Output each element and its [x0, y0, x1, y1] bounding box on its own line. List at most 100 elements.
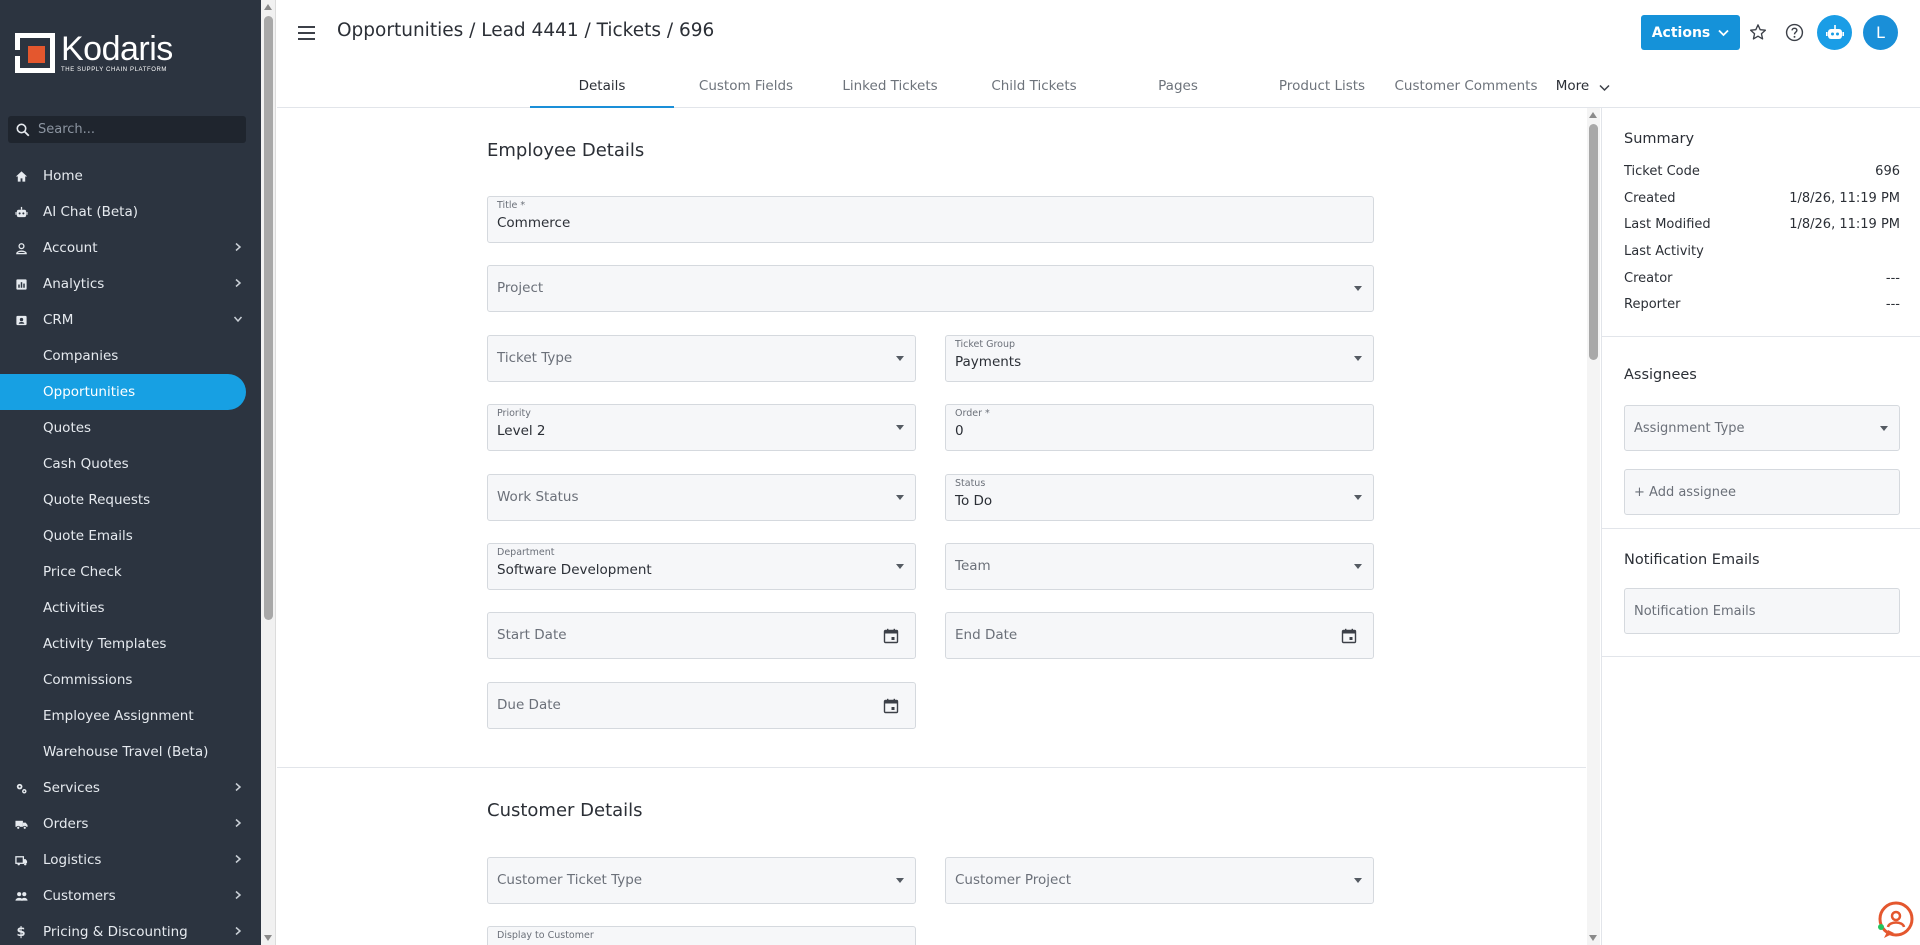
sidebar-item-quote-emails[interactable]: Quote Emails — [0, 518, 261, 554]
tab-child-tickets[interactable]: Child Tickets — [962, 68, 1106, 108]
kodaris-logo[interactable]: Kodaris THE SUPPLY CHAIN PLATFORM — [15, 32, 173, 73]
analytics-icon — [14, 277, 28, 291]
sidebar-item-label: Price Check — [43, 564, 122, 580]
sidebar-item-analytics[interactable]: Analytics — [0, 266, 261, 302]
department-select[interactable]: Department Software Development — [487, 543, 916, 590]
scroll-down-arrow-icon[interactable] — [264, 935, 272, 941]
sidebar-item-account[interactable]: Account — [0, 230, 261, 266]
sidebar-item-commissions[interactable]: Commissions — [0, 662, 261, 698]
brand-name: Kodaris — [61, 30, 173, 68]
field-value: To Do — [955, 493, 993, 509]
sidebar-scroll-thumb[interactable] — [264, 16, 273, 620]
assignment-type-select[interactable]: Assignment Type — [1624, 405, 1900, 451]
summary-value: --- — [1885, 271, 1900, 286]
sidebar-item-quote-requests[interactable]: Quote Requests — [0, 482, 261, 518]
chat-support-icon[interactable] — [1874, 900, 1914, 940]
field-label: Title * — [497, 200, 526, 211]
sidebar-item-label: Employee Assignment — [43, 708, 194, 724]
summary-label: Reporter — [1624, 297, 1681, 312]
breadcrumb: Opportunities / Lead 4441 / Tickets / 69… — [337, 20, 715, 41]
actions-button[interactable]: Actions — [1641, 15, 1740, 50]
tab-details[interactable]: Details — [530, 68, 674, 108]
dropdown-arrow-icon — [896, 564, 904, 569]
summary-row-ticket-code: Ticket Code 696 — [1624, 164, 1900, 179]
logistics-icon — [14, 853, 28, 867]
sidebar-item-logistics[interactable]: Logistics — [0, 842, 261, 878]
customer-project-select[interactable]: Customer Project — [945, 857, 1374, 904]
tab-custom-fields[interactable]: Custom Fields — [674, 68, 818, 108]
star-icon[interactable] — [1747, 21, 1769, 43]
sidebar-item-companies[interactable]: Companies — [0, 338, 261, 374]
add-assignee-button[interactable]: + Add assignee — [1624, 469, 1900, 515]
work-status-select[interactable]: Work Status — [487, 474, 916, 521]
sidebar-item-label: Logistics — [43, 852, 102, 868]
field-placeholder: End Date — [955, 627, 1018, 643]
help-icon[interactable] — [1783, 21, 1805, 43]
calendar-icon[interactable] — [1341, 628, 1357, 644]
end-date-field[interactable]: End Date — [945, 612, 1374, 659]
dropdown-arrow-icon — [896, 356, 904, 361]
notification-emails-input[interactable]: Notification Emails — [1624, 588, 1900, 634]
dropdown-arrow-icon — [896, 878, 904, 883]
scroll-up-arrow-icon[interactable] — [264, 4, 272, 10]
sidebar-item-employee-assignment[interactable]: Employee Assignment — [0, 698, 261, 734]
display-to-customer-select[interactable]: Display to Customer — [487, 926, 916, 945]
sidebar-item-label: Commissions — [43, 672, 133, 688]
sidebar-item-label: AI Chat (Beta) — [43, 204, 139, 220]
sidebar-item-activity-templates[interactable]: Activity Templates — [0, 626, 261, 662]
status-select[interactable]: Status To Do — [945, 474, 1374, 521]
due-date-field[interactable]: Due Date — [487, 682, 916, 729]
scroll-up-arrow-icon[interactable] — [1589, 112, 1597, 118]
user-avatar[interactable]: L — [1863, 15, 1898, 50]
calendar-icon[interactable] — [883, 698, 899, 714]
assignees-title: Assignees — [1624, 367, 1697, 383]
sidebar-item-ai-chat[interactable]: AI Chat (Beta) — [0, 194, 261, 230]
sidebar-item-home[interactable]: Home — [0, 158, 261, 194]
start-date-field[interactable]: Start Date — [487, 612, 916, 659]
scroll-down-arrow-icon[interactable] — [1589, 935, 1597, 941]
tab-more[interactable]: More — [1538, 68, 1628, 108]
sidebar-item-warehouse-travel[interactable]: Warehouse Travel (Beta) — [0, 734, 261, 770]
order-field[interactable]: Order * 0 — [945, 404, 1374, 451]
calendar-icon[interactable] — [883, 628, 899, 644]
dropdown-arrow-icon — [1354, 286, 1362, 291]
customer-ticket-type-select[interactable]: Customer Ticket Type — [487, 857, 916, 904]
title-field[interactable]: Title * Commerce — [487, 196, 1374, 243]
tab-linked-tickets[interactable]: Linked Tickets — [818, 68, 962, 108]
sidebar-search[interactable] — [8, 116, 246, 143]
sidebar-item-quotes[interactable]: Quotes — [0, 410, 261, 446]
sidebar-item-orders[interactable]: Orders — [0, 806, 261, 842]
ticket-type-select[interactable]: Ticket Type — [487, 335, 916, 382]
tab-product-lists[interactable]: Product Lists — [1250, 68, 1394, 108]
sidebar-item-services[interactable]: Services — [0, 770, 261, 806]
sidebar-item-cash-quotes[interactable]: Cash Quotes — [0, 446, 261, 482]
sidebar: Kodaris THE SUPPLY CHAIN PLATFORM Home A… — [0, 0, 261, 945]
hamburger-menu-icon[interactable] — [298, 22, 320, 44]
sidebar-item-pricing-discounting[interactable]: $ Pricing & Discounting — [0, 914, 261, 945]
priority-select[interactable]: Priority Level 2 — [487, 404, 916, 451]
tab-pages[interactable]: Pages — [1106, 68, 1250, 108]
sidebar-item-label: Warehouse Travel (Beta) — [43, 744, 209, 760]
main-scroll-thumb[interactable] — [1589, 124, 1598, 360]
summary-label: Last Modified — [1624, 217, 1711, 232]
sidebar-item-price-check[interactable]: Price Check — [0, 554, 261, 590]
sidebar-item-activities[interactable]: Activities — [0, 590, 261, 626]
sidebar-scrollbar[interactable] — [261, 0, 276, 945]
project-select[interactable]: Project — [487, 265, 1374, 312]
sidebar-item-customers[interactable]: Customers — [0, 878, 261, 914]
search-input[interactable] — [38, 122, 238, 137]
team-select[interactable]: Team — [945, 543, 1374, 590]
summary-value: 1/8/26, 11:19 PM — [1789, 191, 1900, 206]
main-scrollbar[interactable] — [1587, 108, 1600, 945]
tab-customer-comments[interactable]: Customer Comments — [1394, 68, 1538, 108]
tab-bar: Details Custom Fields Linked Tickets Chi… — [530, 68, 1628, 108]
field-value: Commerce — [497, 215, 571, 231]
sidebar-item-crm[interactable]: CRM — [0, 302, 261, 338]
customer-details-title: Customer Details — [487, 800, 643, 821]
sidebar-item-opportunities[interactable]: Opportunities — [0, 374, 246, 410]
ai-assistant-button[interactable] — [1817, 15, 1852, 50]
ticket-group-select[interactable]: Ticket Group Payments — [945, 335, 1374, 382]
summary-label: Ticket Code — [1624, 164, 1700, 179]
field-value: Software Development — [497, 562, 652, 578]
sidebar-item-label: Activities — [43, 600, 105, 616]
